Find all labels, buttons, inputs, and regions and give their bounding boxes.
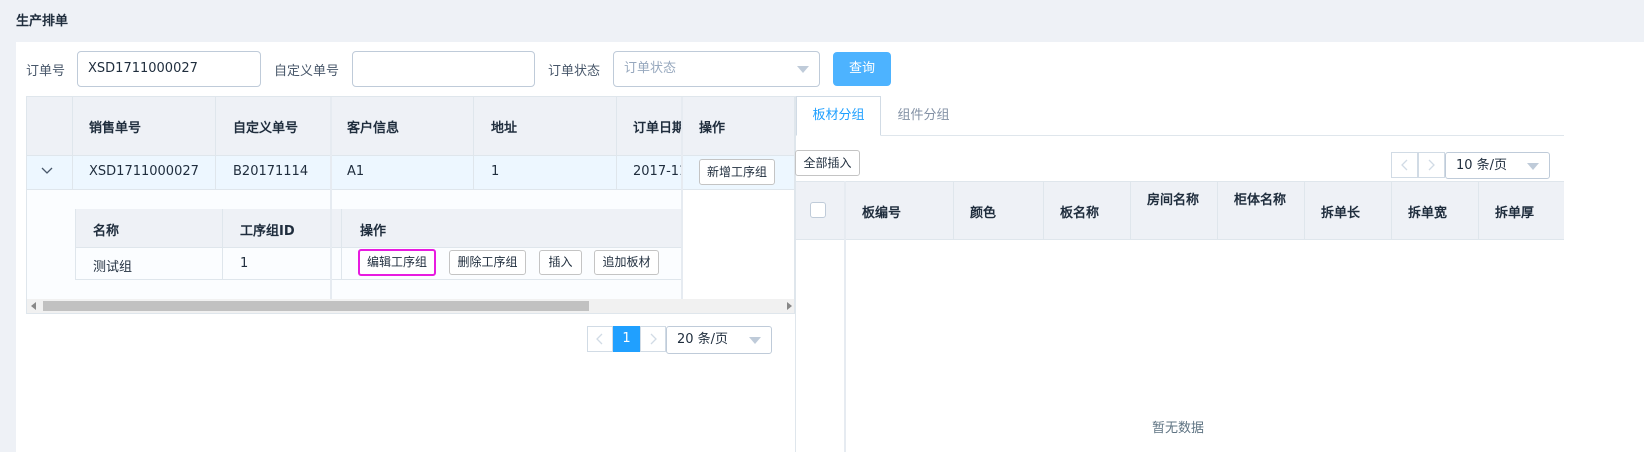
col-divider: [616, 97, 617, 189]
select-all-checkbox[interactable]: [810, 202, 826, 218]
edit-group-button[interactable]: 编辑工序组: [358, 249, 436, 276]
prev-page-button[interactable]: [587, 326, 613, 352]
col-divider: [222, 209, 223, 279]
right-page-size-select[interactable]: 10 条/页: [1445, 152, 1550, 179]
sub-header-action: 操作: [360, 224, 387, 239]
cell-address: 1: [491, 164, 500, 179]
right-tabs: 板材分组 组件分组: [796, 96, 1564, 136]
page-number-current[interactable]: 1: [613, 326, 640, 352]
row-divider: [27, 189, 794, 190]
col-divider: [953, 181, 954, 240]
order-no-input[interactable]: XSD1711000027: [77, 51, 261, 87]
fixed-column-shadow: [844, 181, 846, 452]
sub-header-name: 名称: [93, 224, 120, 239]
scrollbar-thumb[interactable]: [43, 301, 589, 311]
col-divider: [1391, 181, 1392, 240]
header-sales-no: 销售单号: [89, 121, 142, 136]
empty-text: 暂无数据: [1152, 421, 1205, 436]
chevron-down-icon[interactable]: [41, 165, 53, 177]
chevron-left-icon: [596, 333, 603, 345]
right-next-page-button[interactable]: [1418, 152, 1445, 178]
tab-board-group[interactable]: 板材分组: [796, 96, 881, 136]
chevron-right-icon: [650, 333, 657, 345]
next-page-button[interactable]: [640, 326, 666, 352]
sub-table-header: [75, 209, 725, 247]
right-prev-page-button[interactable]: [1391, 152, 1418, 178]
header-custom-no: 自定义单号: [233, 121, 299, 136]
page-size-value: 20 条/页: [677, 332, 729, 347]
col-divider: [1130, 181, 1131, 240]
order-no-label: 订单号: [26, 64, 66, 79]
scroll-right-icon[interactable]: [787, 302, 792, 310]
horizontal-scrollbar[interactable]: [27, 299, 794, 313]
col-divider: [341, 209, 342, 279]
sub-cell-name: 测试组: [93, 260, 133, 275]
tab-component-group[interactable]: 组件分组: [881, 96, 966, 136]
header-color: 颜色: [970, 206, 997, 221]
row-divider: [796, 181, 1564, 182]
main-panel: 订单号 XSD1711000027 自定义单号 订单状态 订单状态 查询 销售单…: [16, 42, 1644, 452]
insert-button[interactable]: 插入: [539, 250, 582, 275]
chevron-down-icon: [1527, 163, 1539, 170]
delete-group-button[interactable]: 删除工序组: [449, 250, 526, 275]
row-divider: [27, 155, 794, 156]
scroll-left-icon[interactable]: [31, 302, 36, 310]
left-page-size-select[interactable]: 20 条/页: [666, 326, 772, 354]
col-divider: [1478, 181, 1479, 240]
header-cabinet-name: 柜体名称: [1234, 193, 1287, 208]
header-customer: 客户信息: [347, 121, 400, 136]
orders-table: 销售单号 自定义单号 客户信息 地址 订单日期 XSD1711000027 B2…: [26, 96, 795, 314]
sub-header-group-id: 工序组ID: [240, 224, 295, 239]
col-divider: [75, 209, 76, 279]
status-placeholder: 订单状态: [624, 61, 677, 76]
row-divider: [796, 239, 1564, 240]
header-split-length: 拆单长: [1321, 206, 1361, 221]
col-divider: [1043, 181, 1044, 240]
status-select[interactable]: 订单状态: [613, 51, 820, 87]
query-button[interactable]: 查询: [833, 52, 891, 86]
row-divider: [683, 155, 794, 156]
col-divider: [72, 97, 73, 189]
board-table: 板编号 颜色 板名称 房间名称 柜体名称 拆单长 拆单宽 拆单厚 暂无数据: [796, 181, 1564, 452]
fixed-action-column: 操作 新增工序组: [681, 97, 794, 299]
header-action: 操作: [699, 121, 726, 136]
col-divider: [1217, 181, 1218, 240]
header-board-no: 板编号: [862, 206, 902, 221]
fixed-column-divider: [330, 97, 332, 299]
chevron-down-icon: [749, 337, 761, 344]
header-address: 地址: [491, 121, 518, 136]
col-divider: [1304, 181, 1305, 240]
header-split-width: 拆单宽: [1408, 206, 1448, 221]
sub-cell-group-id: 1: [240, 256, 249, 271]
add-board-button[interactable]: 追加板材: [594, 250, 659, 275]
col-divider: [473, 97, 474, 189]
page-size-value: 10 条/页: [1456, 158, 1508, 173]
col-divider: [215, 97, 216, 189]
cell-customer: A1: [347, 164, 365, 179]
cell-order-date: 2017-11: [633, 164, 681, 179]
row-divider: [75, 279, 725, 280]
insert-all-button[interactable]: 全部插入: [795, 150, 860, 176]
chevron-right-icon: [1428, 159, 1435, 171]
chevron-left-icon: [1401, 159, 1408, 171]
cell-custom-no: B20171114: [233, 164, 309, 179]
cell-sales-no: XSD1711000027: [89, 164, 199, 179]
custom-no-label: 自定义单号: [274, 64, 340, 79]
row-divider: [683, 189, 794, 190]
row-divider: [75, 247, 725, 248]
chevron-down-icon: [797, 66, 809, 73]
custom-no-input[interactable]: [352, 51, 535, 87]
header-split-thickness: 拆单厚: [1495, 206, 1535, 221]
page-title: 生产排单: [16, 14, 69, 29]
sub-table: 名称 工序组ID 操作 测试组 1 编辑工序组 删除工序组 插入 追加板材: [75, 209, 725, 280]
header-board-name: 板名称: [1060, 206, 1100, 221]
header-order-date: 订单日期: [633, 121, 681, 136]
header-room-name: 房间名称: [1147, 193, 1200, 208]
status-label: 订单状态: [548, 64, 601, 79]
add-process-group-button[interactable]: 新增工序组: [699, 159, 775, 185]
